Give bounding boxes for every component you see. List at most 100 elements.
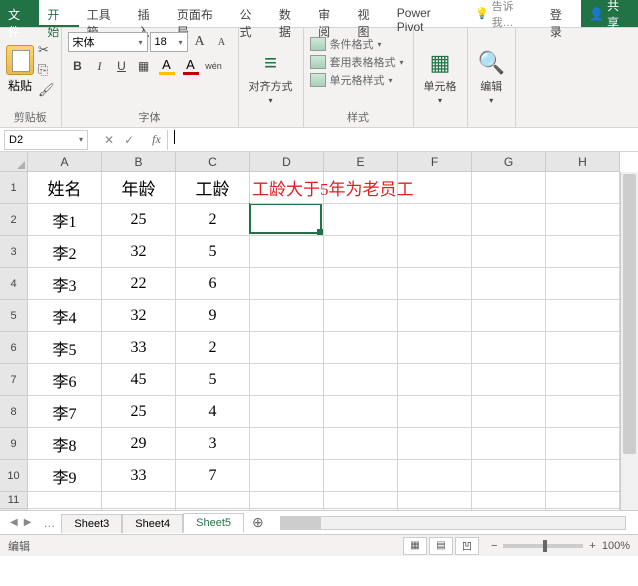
row-header-6[interactable]: 6 [0, 332, 27, 364]
tab-tools[interactable]: 工具箱 [79, 0, 130, 27]
table-format-button[interactable]: 套用表格格式▾ [310, 54, 404, 70]
cell-A3[interactable]: 李2 [28, 236, 102, 268]
col-header-C[interactable]: C [176, 152, 250, 171]
cell-B11[interactable] [102, 492, 176, 509]
cell-F2[interactable] [398, 204, 472, 236]
cell-B1[interactable]: 年龄 [102, 172, 176, 204]
cell-C5[interactable]: 9 [176, 300, 250, 332]
cell-F10[interactable] [398, 460, 472, 492]
cell-C4[interactable]: 6 [176, 268, 250, 300]
cell-C11[interactable] [176, 492, 250, 509]
tell-me[interactable]: 💡告诉我… [467, 0, 542, 27]
format-painter-icon[interactable]: 🖌 [38, 82, 55, 98]
cell-B7[interactable]: 45 [102, 364, 176, 396]
sheet-nav[interactable]: ◀▶ [4, 517, 37, 528]
cells-area[interactable]: 姓名年龄工龄工龄大于5年为老员工李1252李2325李3226李4329李533… [28, 172, 620, 510]
row-header-11[interactable]: 11 [0, 492, 27, 509]
view-pagebreak-button[interactable]: 凹 [455, 537, 479, 555]
row-header-2[interactable]: 2 [0, 204, 27, 236]
cell-G8[interactable] [472, 396, 546, 428]
row-header-4[interactable]: 4 [0, 268, 27, 300]
row-header-8[interactable]: 8 [0, 396, 27, 428]
cell-B6[interactable]: 33 [102, 332, 176, 364]
cell-D7[interactable] [250, 364, 324, 396]
fx-icon[interactable]: fx [146, 130, 168, 150]
cell-F3[interactable] [398, 236, 472, 268]
font-color-button[interactable]: A [180, 57, 202, 75]
col-header-E[interactable]: E [324, 152, 398, 171]
cell-B9[interactable]: 29 [102, 428, 176, 460]
cell-C3[interactable]: 5 [176, 236, 250, 268]
cell-G7[interactable] [472, 364, 546, 396]
cell-A5[interactable]: 李4 [28, 300, 102, 332]
tab-layout[interactable]: 页面布局 [169, 0, 232, 27]
cell-H7[interactable] [546, 364, 620, 396]
add-sheet-button[interactable]: ⊕ [244, 514, 272, 531]
cell-F7[interactable] [398, 364, 472, 396]
cell-C1[interactable]: 工龄 [176, 172, 250, 204]
cell-D10[interactable] [250, 460, 324, 492]
cell-H10[interactable] [546, 460, 620, 492]
cell-D4[interactable] [250, 268, 324, 300]
cell-H5[interactable] [546, 300, 620, 332]
sheet-tab-5[interactable]: Sheet5 [183, 513, 244, 533]
cut-icon[interactable]: ✂ [38, 42, 55, 58]
share-button[interactable]: 👤共享 [581, 0, 638, 27]
tab-file[interactable]: 文件 [0, 0, 39, 27]
cell-H6[interactable] [546, 332, 620, 364]
sheet-tab-4[interactable]: Sheet4 [122, 514, 183, 533]
view-normal-button[interactable]: ▦ [403, 537, 427, 555]
cell-H1[interactable] [546, 172, 620, 204]
cancel-icon[interactable]: ✕ [104, 133, 114, 147]
cell-C9[interactable]: 3 [176, 428, 250, 460]
decrease-font-icon[interactable]: A [212, 32, 232, 52]
cell-C10[interactable]: 7 [176, 460, 250, 492]
copy-icon[interactable]: ⎘ [38, 62, 55, 78]
cell-D1[interactable]: 工龄大于5年为老员工 [250, 172, 324, 204]
cell-B3[interactable]: 32 [102, 236, 176, 268]
cell-B4[interactable]: 22 [102, 268, 176, 300]
col-header-H[interactable]: H [546, 152, 620, 171]
row-header-3[interactable]: 3 [0, 236, 27, 268]
cell-G4[interactable] [472, 268, 546, 300]
tab-home[interactable]: 开始 [39, 0, 78, 27]
cell-G5[interactable] [472, 300, 546, 332]
cell-A8[interactable]: 李7 [28, 396, 102, 428]
cell-A9[interactable]: 李8 [28, 428, 102, 460]
col-header-A[interactable]: A [28, 152, 102, 171]
cell-B8[interactable]: 25 [102, 396, 176, 428]
align-button[interactable]: ≡ 对齐方式 ▾ [245, 46, 297, 109]
tab-view[interactable]: 视图 [349, 0, 388, 27]
tab-insert[interactable]: 插入 [130, 0, 169, 27]
cell-D9[interactable] [250, 428, 324, 460]
cell-E3[interactable] [324, 236, 398, 268]
cell-A7[interactable]: 李6 [28, 364, 102, 396]
cell-H11[interactable] [546, 492, 620, 509]
cell-A6[interactable]: 李5 [28, 332, 102, 364]
col-header-B[interactable]: B [102, 152, 176, 171]
cell-B5[interactable]: 32 [102, 300, 176, 332]
cell-A10[interactable]: 李9 [28, 460, 102, 492]
cell-B10[interactable]: 33 [102, 460, 176, 492]
font-size-combo[interactable]: 18▾ [150, 32, 188, 52]
formula-input[interactable] [168, 130, 638, 150]
cell-E8[interactable] [324, 396, 398, 428]
zoom-out-button[interactable]: − [491, 540, 497, 552]
row-header-10[interactable]: 10 [0, 460, 27, 492]
zoom-slider[interactable] [503, 544, 583, 548]
cell-A1[interactable]: 姓名 [28, 172, 102, 204]
cell-G3[interactable] [472, 236, 546, 268]
increase-font-icon[interactable]: A [190, 32, 210, 52]
cell-F6[interactable] [398, 332, 472, 364]
cells-button[interactable]: ▦ 单元格 ▾ [420, 46, 461, 109]
row-header-9[interactable]: 9 [0, 428, 27, 460]
col-header-D[interactable]: D [250, 152, 324, 171]
cell-E10[interactable] [324, 460, 398, 492]
font-name-combo[interactable]: 宋体▾ [68, 32, 148, 52]
conditional-format-button[interactable]: 条件格式▾ [310, 36, 382, 52]
cell-E9[interactable] [324, 428, 398, 460]
cell-F8[interactable] [398, 396, 472, 428]
cell-C2[interactable]: 2 [176, 204, 250, 236]
horizontal-scrollbar[interactable] [280, 516, 626, 530]
cell-D6[interactable] [250, 332, 324, 364]
